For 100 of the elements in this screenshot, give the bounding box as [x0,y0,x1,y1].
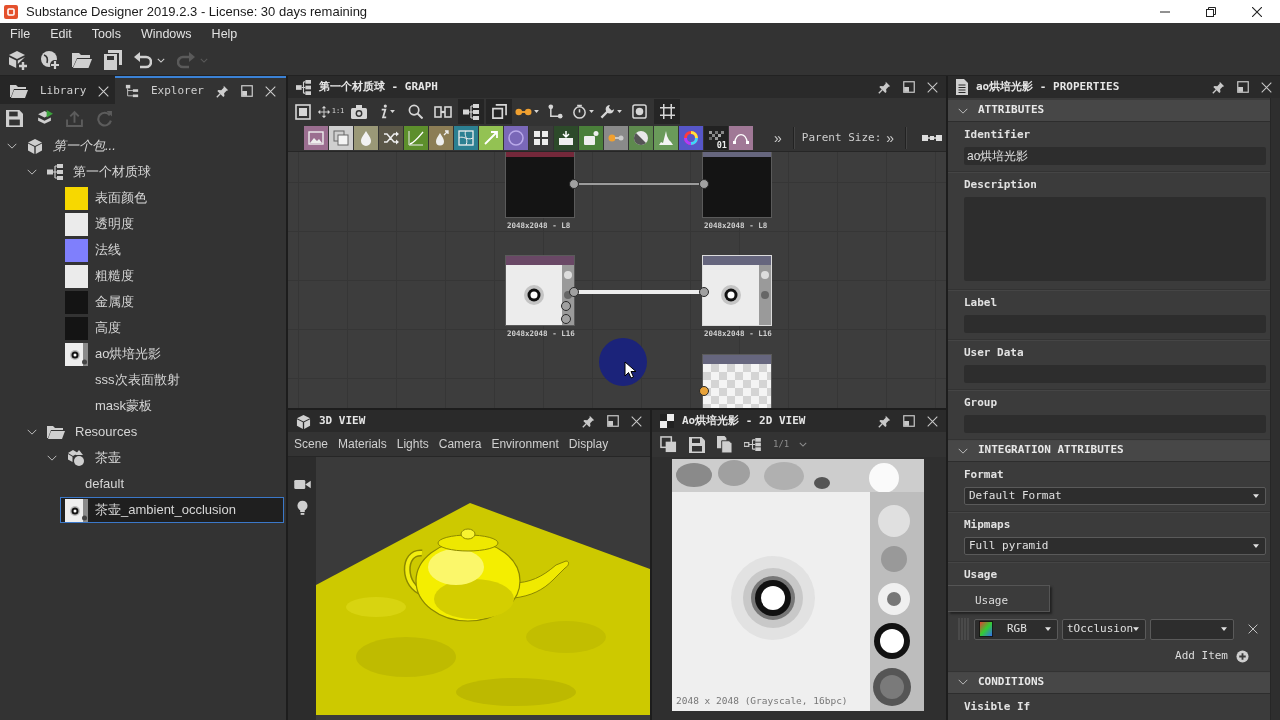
tree-item[interactable]: 茶壶 [60,445,284,471]
port-icon[interactable] [569,179,579,189]
port-icon[interactable] [569,287,579,297]
node-tool-button[interactable] [529,126,553,150]
light-bulb-icon[interactable] [296,500,308,515]
menu-item[interactable]: Materials [333,435,392,453]
video-camera-icon[interactable] [293,479,311,490]
pin-icon[interactable] [1212,80,1225,94]
scrollbar[interactable] [1270,98,1280,720]
chevron-icon[interactable] [27,429,37,435]
float-icon[interactable] [1237,81,1249,93]
remove-icon[interactable] [1248,624,1258,634]
pin-icon[interactable] [582,414,595,428]
tree-item[interactable]: 表面颜色 [60,185,284,211]
graph-node[interactable] [505,152,575,218]
menu-item[interactable]: Windows [130,23,202,45]
chevron-icon[interactable] [27,169,37,175]
tree-item[interactable]: 茶壶_ambient_occlusion [60,497,284,523]
menu-item[interactable]: Display [563,435,614,453]
node-tool-button[interactable] [679,126,703,150]
tree-item[interactable]: 第一个材质球 [40,159,284,185]
tool-button[interactable] [654,99,680,124]
port-icon[interactable] [699,287,709,297]
float-icon[interactable] [903,415,915,427]
chevron-icon[interactable] [7,143,17,149]
menu-item[interactable]: Scene [289,435,334,453]
graph-node[interactable] [505,255,575,326]
pin-icon[interactable] [878,80,891,94]
close-icon[interactable] [631,415,642,427]
section-header[interactable]: ATTRIBUTES [948,100,1270,122]
stack-icon[interactable] [36,110,53,127]
tree-item[interactable]: 第一个包... [20,133,284,159]
float-icon[interactable] [903,81,915,93]
graph-node[interactable] [702,354,772,408]
node-tool-button[interactable] [629,126,653,150]
node-tool-button[interactable] [554,126,578,150]
text-field[interactable]: ao烘培光影 [964,147,1266,165]
panel-tab[interactable]: Explorer [115,76,286,104]
node-tool-button[interactable]: 01 [704,126,728,150]
close-icon[interactable] [927,415,938,427]
tool-button[interactable] [486,99,512,124]
graph-node[interactable] [702,152,772,218]
dropdown[interactable]: RGB [974,618,1058,640]
tree-item[interactable]: 粗糙度 [60,263,284,289]
graph-node[interactable] [702,255,772,326]
node-tool-button[interactable] [429,126,453,150]
close-icon[interactable] [927,81,938,93]
node-tool-button[interactable] [729,126,753,150]
more-button[interactable]: » [882,128,899,148]
menu-item[interactable]: Tools [81,23,131,45]
tree-item[interactable]: 透明度 [60,211,284,237]
close-icon[interactable] [265,85,276,97]
node-tool-button[interactable] [479,126,503,150]
save-icon[interactable] [689,436,705,453]
graph-icon[interactable] [744,438,761,451]
tree-item[interactable]: ao烘培光影 [60,341,284,367]
node-tool-button[interactable] [404,126,428,150]
float-icon[interactable] [607,415,619,427]
menu-item[interactable]: Lights [391,435,434,453]
tree-item[interactable]: default [80,471,284,497]
close-icon[interactable] [98,85,110,97]
add-item-button[interactable]: Add Item [1175,648,1249,665]
node-tool-button[interactable] [329,126,353,150]
port-icon[interactable] [561,314,571,324]
tool-button[interactable] [458,99,484,124]
pin-icon[interactable] [878,414,891,428]
dropdown[interactable]: Full pyramid [964,537,1266,555]
dropdown[interactable]: tOcclusion [1062,618,1146,640]
tree-item[interactable]: 高度 [60,315,284,341]
node-link-icon[interactable] [922,133,943,143]
port-icon[interactable] [699,386,709,396]
chevron-icon[interactable] [47,455,57,461]
port-icon[interactable] [561,301,571,311]
pin-icon[interactable] [216,84,229,98]
menu-item[interactable]: Edit [40,23,82,45]
node-tool-button[interactable] [354,126,378,150]
float-icon[interactable] [241,85,253,97]
node-tool-button[interactable] [454,126,478,150]
documents-icon[interactable] [717,436,732,453]
node-tool-button[interactable] [379,126,403,150]
node-tool-button[interactable] [504,126,528,150]
node-tool-button[interactable] [579,126,603,150]
tree-item[interactable]: Resources [40,419,284,445]
node-tool-button[interactable] [604,126,628,150]
section-header[interactable]: INTEGRATION ATTRIBUTES [948,440,1270,462]
node-tool-button[interactable] [304,126,328,150]
tree-item[interactable]: mask蒙板 [60,393,284,419]
menu-item[interactable]: Environment [486,435,564,453]
close-icon[interactable] [1261,81,1272,93]
section-header[interactable]: CONDITIONS [948,671,1270,694]
node-tool-button[interactable] [654,126,678,150]
tree-item[interactable]: sss次表面散射 [60,367,284,393]
menu-item[interactable]: File [0,23,41,45]
menu-item[interactable]: Help [201,23,248,45]
more-button[interactable]: » [770,128,786,148]
menu-item[interactable]: Camera [433,435,487,453]
tree-item[interactable]: 金属度 [60,289,284,315]
copy-icon[interactable] [660,436,677,453]
tree-item[interactable]: 法线 [60,237,284,263]
save-icon[interactable] [6,110,23,127]
